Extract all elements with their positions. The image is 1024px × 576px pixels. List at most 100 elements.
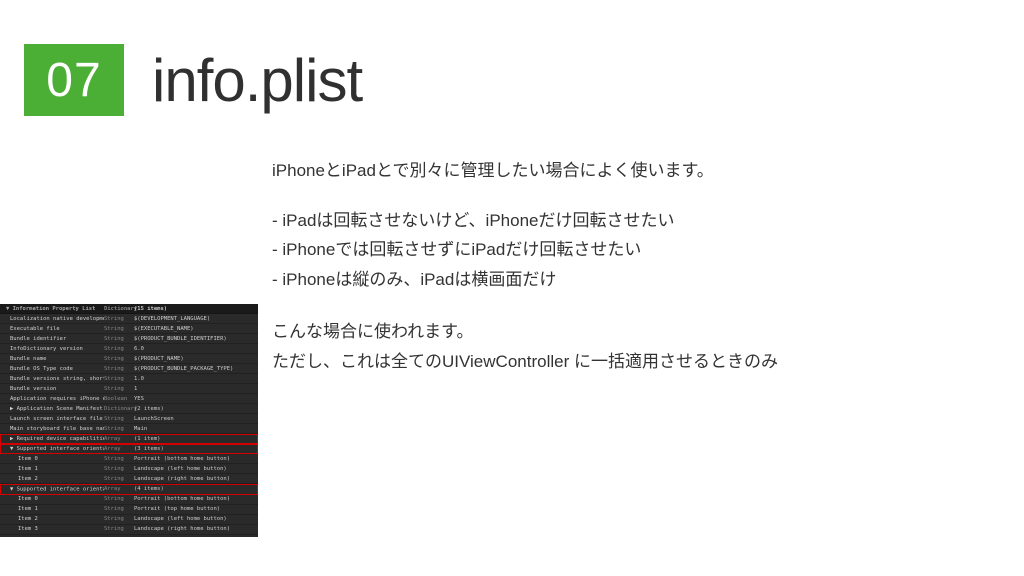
plist-type: String (104, 496, 134, 502)
plist-row: Bundle versions string, shortString1.0 (0, 374, 258, 384)
plist-type: String (104, 426, 134, 432)
plist-type: String (104, 516, 134, 522)
slide-number-badge: 07 (24, 44, 124, 116)
plist-key: Launch screen interface file base name (4, 416, 104, 422)
plist-row: Bundle identifierString$(PRODUCT_BUNDLE_… (0, 334, 258, 344)
bullet-item: - iPadは回転させないけど、iPhoneだけ回転させたい (272, 206, 984, 236)
slide-header: 07 info.plist (0, 0, 1024, 116)
plist-key: InfoDictionary version (4, 346, 104, 352)
plist-key: Main storyboard file base name (4, 426, 104, 432)
note-text: こんな場合に使われます。 ただし、これは全てのUIViewController … (272, 317, 984, 377)
plist-value: Landscape (right home button) (134, 476, 254, 482)
note-line: ただし、これは全てのUIViewController に一括適用させるときのみ (272, 347, 984, 377)
plist-key: Executable file (4, 326, 104, 332)
plist-value: $(PRODUCT_BUNDLE_IDENTIFIER) (134, 336, 254, 342)
plist-value: LaunchScreen (134, 416, 254, 422)
plist-row: ▶ Required device capabilitiesArray(1 it… (0, 434, 258, 444)
plist-value: $(PRODUCT_BUNDLE_PACKAGE_TYPE) (134, 366, 254, 372)
plist-type: Array (104, 446, 134, 452)
plist-type: String (104, 326, 134, 332)
plist-type: String (104, 376, 134, 382)
plist-value: (2 items) (134, 406, 254, 412)
slide-title: info.plist (152, 46, 362, 115)
plist-key: Item 2 (4, 476, 104, 482)
plist-value: (4 items) (134, 486, 254, 492)
plist-key: Item 1 (4, 506, 104, 512)
plist-row: Localization native development regionSt… (0, 314, 258, 324)
plist-type: String (104, 416, 134, 422)
bullet-item: - iPhoneでは回転させずにiPadだけ回転させたい (272, 235, 984, 265)
note-line: こんな場合に使われます。 (272, 317, 984, 347)
plist-row: Item 0StringPortrait (bottom home button… (0, 495, 258, 505)
plist-key: Item 1 (4, 466, 104, 472)
plist-type: String (104, 356, 134, 362)
plist-value: Portrait (top home button) (134, 506, 254, 512)
plist-value: $(PRODUCT_NAME) (134, 356, 254, 362)
plist-row: ▼ Supported interface orientationsArray(… (0, 444, 258, 454)
plist-type: String (104, 476, 134, 482)
plist-key: Item 3 (4, 526, 104, 532)
plist-type: Boolean (104, 396, 134, 402)
plist-type: String (104, 466, 134, 472)
plist-key: Bundle OS Type code (4, 366, 104, 372)
plist-header-type: Dictionary (104, 306, 134, 312)
plist-value: Main (134, 426, 254, 432)
plist-row: Bundle OS Type codeString$(PRODUCT_BUNDL… (0, 364, 258, 374)
plist-key: Bundle version (4, 386, 104, 392)
plist-value: Landscape (left home button) (134, 516, 254, 522)
plist-value: Landscape (right home button) (134, 526, 254, 532)
plist-key: ▼ Supported interface orientations (iPad… (4, 486, 104, 493)
plist-value: (1 item) (134, 436, 254, 442)
plist-value: Portrait (bottom home button) (134, 496, 254, 502)
plist-value: Portrait (bottom home button) (134, 456, 254, 462)
plist-row: Main storyboard file base nameStringMain (0, 424, 258, 434)
plist-key: ▼ Supported interface orientations (4, 446, 104, 452)
plist-header-key: ▼ Information Property List (4, 306, 104, 312)
plist-value: Landscape (left home button) (134, 466, 254, 472)
plist-value: 1 (134, 386, 254, 392)
plist-type: String (104, 346, 134, 352)
plist-row: ▼ Supported interface orientations (iPad… (0, 484, 258, 495)
plist-row: Executable fileString$(EXECUTABLE_NAME) (0, 324, 258, 334)
plist-type: String (104, 526, 134, 532)
plist-value: $(DEVELOPMENT_LANGUAGE) (134, 316, 254, 322)
plist-key: Bundle name (4, 356, 104, 362)
plist-key: Item 0 (4, 456, 104, 462)
plist-row: ▶ Application Scene ManifestDictionary(2… (0, 404, 258, 414)
plist-body: Localization native development regionSt… (0, 314, 258, 535)
plist-row: Item 1StringPortrait (top home button) (0, 505, 258, 515)
plist-type: Dictionary (104, 406, 134, 412)
plist-value: (3 items) (134, 446, 254, 452)
plist-type: String (104, 316, 134, 322)
bullet-item: - iPhoneは縦のみ、iPadは横画面だけ (272, 265, 984, 295)
plist-type: Array (104, 436, 134, 442)
plist-row: Application requires iPhone environmentB… (0, 394, 258, 404)
plist-type: String (104, 366, 134, 372)
plist-row: Item 3StringLandscape (right home button… (0, 525, 258, 535)
plist-row: Item 0StringPortrait (bottom home button… (0, 454, 258, 464)
plist-value: 6.0 (134, 346, 254, 352)
plist-value: $(EXECUTABLE_NAME) (134, 326, 254, 332)
plist-type: Array (104, 486, 134, 492)
plist-key: Bundle versions string, short (4, 376, 104, 382)
slide-content: iPhoneとiPadとで別々に管理したい場合によく使います。 - iPadは回… (272, 158, 984, 376)
plist-key: Application requires iPhone environment (4, 396, 104, 402)
plist-type: String (104, 456, 134, 462)
plist-value: YES (134, 396, 254, 402)
plist-row: Bundle nameString$(PRODUCT_NAME) (0, 354, 258, 364)
plist-row: Bundle versionString1 (0, 384, 258, 394)
plist-row: InfoDictionary versionString6.0 (0, 344, 258, 354)
plist-key: Item 2 (4, 516, 104, 522)
intro-text: iPhoneとiPadとで別々に管理したい場合によく使います。 (272, 158, 984, 184)
plist-header-row: ▼ Information Property List Dictionary (… (0, 304, 258, 314)
plist-header-value: (15 items) (134, 306, 254, 312)
plist-key: Localization native development region (4, 316, 104, 322)
plist-type: String (104, 506, 134, 512)
bullet-list: - iPadは回転させないけど、iPhoneだけ回転させたい - iPhoneで… (272, 206, 984, 295)
plist-editor-screenshot: ▼ Information Property List Dictionary (… (0, 304, 258, 537)
plist-type: String (104, 386, 134, 392)
plist-row: Item 2StringLandscape (right home button… (0, 474, 258, 484)
plist-key: ▶ Required device capabilities (4, 436, 104, 442)
plist-value: 1.0 (134, 376, 254, 382)
plist-key: ▶ Application Scene Manifest (4, 406, 104, 412)
